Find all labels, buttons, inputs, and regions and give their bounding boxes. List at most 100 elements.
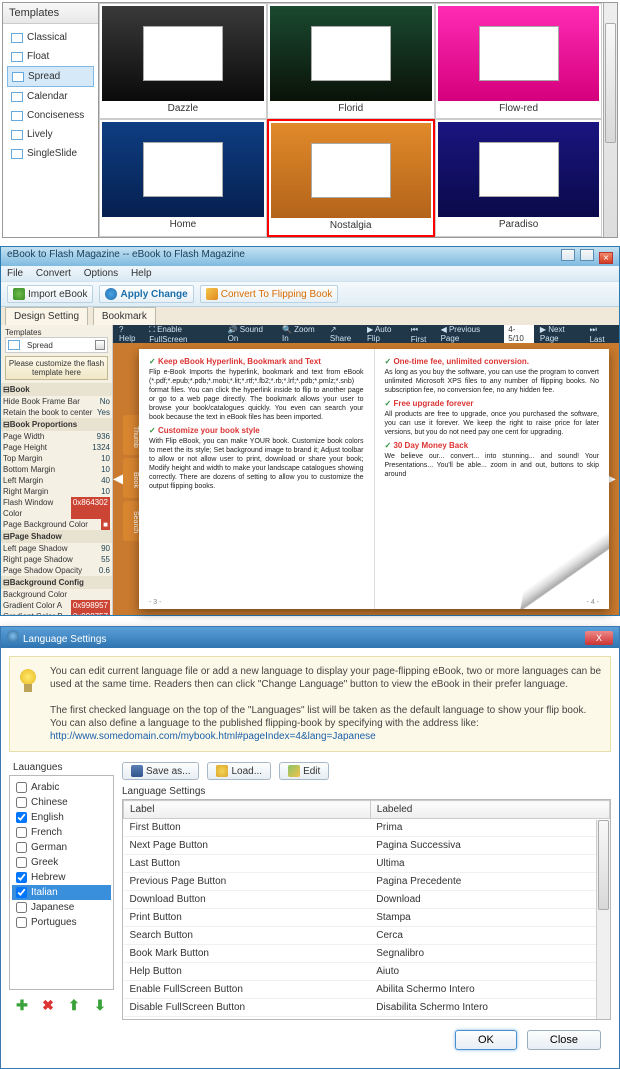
language-item-arabic[interactable]: Arabic xyxy=(12,780,111,795)
settings-tree[interactable]: ⊟BookHide Book Frame BarNoRetain the boo… xyxy=(1,383,112,615)
window-titlebar[interactable]: eBook to Flash Magazine -- eBook to Flas… xyxy=(1,247,619,266)
autoflip-button[interactable]: ▶ Auto Flip xyxy=(367,325,405,343)
language-checkbox[interactable] xyxy=(16,842,27,853)
bookmark-tab[interactable]: Book xyxy=(123,458,139,498)
apply-change-button[interactable]: Apply Change xyxy=(99,285,193,303)
template-thumb-paradiso[interactable]: Paradiso xyxy=(435,119,603,237)
language-item-french[interactable]: French xyxy=(12,825,111,840)
translation-row[interactable]: First ButtonPrima xyxy=(124,819,610,837)
dialog-titlebar[interactable]: Language Settings X xyxy=(1,627,619,648)
language-checkbox[interactable] xyxy=(16,827,27,838)
dropdown-icon[interactable] xyxy=(95,340,105,350)
language-item-hebrew[interactable]: Hebrew xyxy=(12,870,111,885)
language-item-english[interactable]: English xyxy=(12,810,111,825)
setting-row[interactable]: Page Background Color■ xyxy=(1,519,112,530)
setting-row[interactable]: Background Color xyxy=(1,589,112,600)
add-language-button[interactable]: ✚ xyxy=(13,996,31,1014)
ok-button[interactable]: OK xyxy=(455,1030,517,1050)
customize-template-button[interactable]: Please customize the flash template here xyxy=(5,356,108,380)
language-checkbox[interactable] xyxy=(16,812,27,823)
template-item-singleslide[interactable]: SingleSlide xyxy=(7,144,94,163)
template-thumb-florid[interactable]: Florid xyxy=(267,3,435,119)
example-link[interactable]: http://www.somedomain.com/mybook.html#pa… xyxy=(50,731,376,742)
language-checkbox[interactable] xyxy=(16,857,27,868)
next-button[interactable]: ▶ Next Page xyxy=(540,325,584,343)
translation-row[interactable]: Help ButtonAiuto xyxy=(124,963,610,981)
setting-row[interactable]: Retain the book to centerYes xyxy=(1,407,112,418)
setting-row[interactable]: Top Margin10 xyxy=(1,453,112,464)
languages-list[interactable]: ArabicChineseEnglishFrenchGermanGreekHeb… xyxy=(9,775,114,990)
setting-row[interactable]: Bottom Margin10 xyxy=(1,464,112,475)
last-button[interactable]: ⏭ Last xyxy=(590,325,613,344)
remove-language-button[interactable]: ✖ xyxy=(39,996,57,1014)
convert-button[interactable]: Convert To Flipping Book xyxy=(200,285,339,303)
language-item-japanese[interactable]: Japanese xyxy=(12,900,111,915)
language-item-greek[interactable]: Greek xyxy=(12,855,111,870)
language-item-chinese[interactable]: Chinese xyxy=(12,795,111,810)
template-item-float[interactable]: Float xyxy=(7,47,94,66)
prev-button[interactable]: ◀ Previous Page xyxy=(441,325,499,343)
save-as-button[interactable]: Save as... xyxy=(122,762,199,780)
translation-row[interactable]: Disable FullScreen ButtonDisabilita Sche… xyxy=(124,999,610,1017)
translation-row[interactable]: Search ButtonCerca xyxy=(124,927,610,945)
setting-row[interactable]: Gradient Color A0x998957 xyxy=(1,600,112,611)
setting-row[interactable]: Left Margin40 xyxy=(1,475,112,486)
col-label[interactable]: Label xyxy=(124,801,371,819)
col-labeled[interactable]: Labeled xyxy=(370,801,609,819)
dialog-close-button[interactable]: X xyxy=(585,631,613,645)
template-thumb-flow-red[interactable]: Flow-red xyxy=(435,3,603,119)
language-checkbox[interactable] xyxy=(16,782,27,793)
thumbnails-tab[interactable]: Thumb xyxy=(123,415,139,455)
minimize-button[interactable] xyxy=(561,249,575,261)
first-button[interactable]: ⏮ First xyxy=(411,325,435,344)
template-item-spread[interactable]: Spread xyxy=(7,66,94,87)
zoom-button[interactable]: 🔍 Zoom In xyxy=(282,325,322,343)
menu-help[interactable]: Help xyxy=(131,268,152,279)
template-thumb-nostalgia[interactable]: Nostalgia xyxy=(267,119,435,237)
close-button[interactable]: × xyxy=(599,252,613,264)
import-ebook-button[interactable]: Import eBook xyxy=(7,285,93,303)
table-scrollbar[interactable] xyxy=(596,820,610,1019)
setting-row[interactable]: ⊟Background Config xyxy=(1,576,112,589)
template-item-calendar[interactable]: Calendar xyxy=(7,87,94,106)
template-item-lively[interactable]: Lively xyxy=(7,125,94,144)
menu-convert[interactable]: Convert xyxy=(36,268,71,279)
translations-table[interactable]: Label Labeled First ButtonPrimaNext Page… xyxy=(122,799,611,1020)
setting-row[interactable]: Right Margin10 xyxy=(1,486,112,497)
template-thumb-dazzle[interactable]: Dazzle xyxy=(99,3,267,119)
setting-row[interactable]: Page Width936 xyxy=(1,431,112,442)
menu-file[interactable]: File xyxy=(7,268,23,279)
setting-row[interactable]: ⊟Book xyxy=(1,383,112,396)
page-indicator[interactable]: 4-5/10 xyxy=(504,325,534,343)
setting-row[interactable]: Gradient Color B0x998757 xyxy=(1,611,112,615)
tab-design-setting[interactable]: Design Setting xyxy=(5,307,88,325)
template-thumb-home[interactable]: Home xyxy=(99,119,267,237)
setting-row[interactable]: Hide Book Frame BarNo xyxy=(1,396,112,407)
move-down-button[interactable]: ⬇ xyxy=(91,996,109,1014)
book[interactable]: Keep eBook Hyperlink, Bookmark and Text … xyxy=(139,349,609,609)
template-selector[interactable]: Spread xyxy=(5,337,108,353)
fullscreen-button[interactable]: ⛶ Enable FullScreen xyxy=(149,325,219,344)
setting-row[interactable]: Page Height1324 xyxy=(1,442,112,453)
language-checkbox[interactable] xyxy=(16,917,27,928)
edit-button[interactable]: Edit xyxy=(279,762,329,780)
translation-row[interactable]: Last ButtonUltima xyxy=(124,855,610,873)
setting-row[interactable]: Flash Window Color0x864302 xyxy=(1,497,112,519)
menu-options[interactable]: Options xyxy=(84,268,118,279)
page-curl[interactable] xyxy=(520,502,609,609)
setting-row[interactable]: Left page Shadow90 xyxy=(1,543,112,554)
load-button[interactable]: Load... xyxy=(207,762,271,780)
template-item-classical[interactable]: Classical xyxy=(7,28,94,47)
search-tab[interactable]: Search xyxy=(123,501,139,541)
sound-button[interactable]: 🔊 Sound On xyxy=(228,325,274,343)
setting-row[interactable]: Right page Shadow55 xyxy=(1,554,112,565)
maximize-button[interactable] xyxy=(580,249,594,261)
language-checkbox[interactable] xyxy=(16,887,27,898)
language-item-german[interactable]: German xyxy=(12,840,111,855)
templates-scrollbar[interactable] xyxy=(603,3,617,237)
move-up-button[interactable]: ⬆ xyxy=(65,996,83,1014)
translation-row[interactable]: Download ButtonDownload xyxy=(124,891,610,909)
translation-row[interactable]: Print ButtonStampa xyxy=(124,909,610,927)
setting-row[interactable]: Page Shadow Opacity0.6 xyxy=(1,565,112,576)
translation-row[interactable]: Next Page ButtonPagina Successiva xyxy=(124,837,610,855)
